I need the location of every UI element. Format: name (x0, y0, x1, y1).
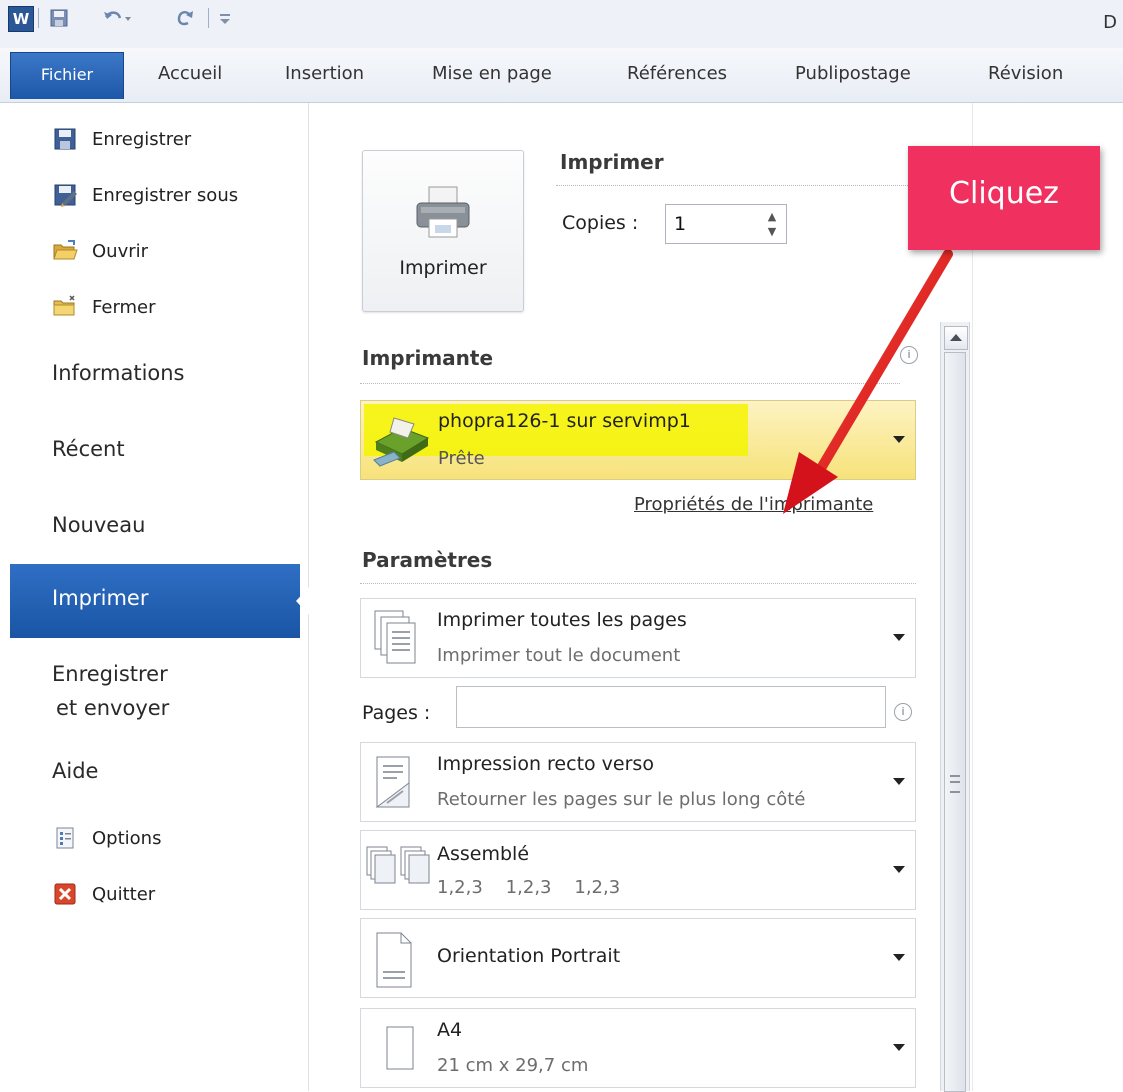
callout-label: Cliquez (908, 146, 1100, 250)
callout-text: Cliquez (949, 176, 1059, 211)
